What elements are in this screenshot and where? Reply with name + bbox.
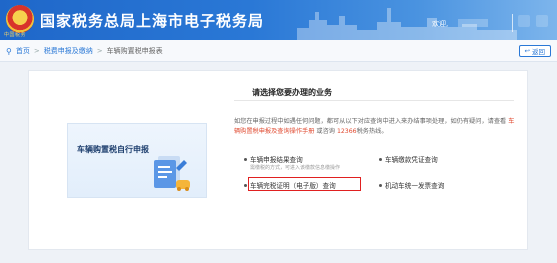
tile-label: 车辆购置税自行申报: [77, 145, 149, 154]
bullet-dot: [379, 157, 382, 161]
return-arrow-icon: ↩: [524, 47, 530, 55]
info-text: 如您在申报过程中如遇任何问题，都可从以下对应查询中进入来办结事项处理，如仍有疑问…: [234, 118, 507, 125]
tax-emblem-logo: [6, 5, 34, 33]
option-label: 机动车统一发票查询: [385, 182, 445, 190]
header-divider: [512, 14, 513, 32]
breadcrumb-separator: >: [33, 47, 40, 55]
help-info-text: 如您在申报过程中如遇任何问题，都可从以下对应查询中进入来办结事项处理，如仍有疑问…: [234, 117, 520, 137]
breadcrumb-current: 车辆购置税申报表: [106, 47, 163, 55]
logout-icon[interactable]: [536, 15, 548, 27]
panel-divider: [234, 100, 514, 101]
breadcrumb-home[interactable]: 首页: [16, 46, 30, 56]
welcome-text: 欢迎,: [432, 20, 449, 28]
breadcrumb-bar: ⚲ 首页 > 税费申报及缴纳 > 车辆购置税申报表 ↩ 返回: [0, 40, 557, 62]
location-pin-icon: ⚲: [6, 46, 12, 56]
back-label: 返回: [532, 48, 545, 56]
option-declaration-result-query[interactable]: 车辆申报结果查询: [244, 154, 303, 164]
option-tax-certificate-query[interactable]: 车辆完税证明（电子版）查询: [244, 180, 336, 190]
self-declaration-tile[interactable]: 车辆购置税自行申报: [67, 123, 207, 198]
panel-title: 请选择您要办理的业务: [252, 88, 332, 97]
option-label: 车辆申报结果查询: [250, 156, 303, 164]
option-payment-voucher-query[interactable]: 车辆缴款凭证查询: [379, 154, 438, 164]
bullet-dot: [244, 183, 247, 187]
info-mid: 或咨询: [316, 128, 335, 135]
emblem-caption: 中国税务: [4, 32, 27, 38]
back-button[interactable]: ↩ 返回: [518, 45, 551, 57]
bullet-dot: [379, 183, 382, 187]
breadcrumb: ⚲ 首页 > 税费申报及缴纳 > 车辆购置税申报表: [6, 46, 163, 56]
site-title: 国家税务总局上海市电子税务局: [40, 12, 265, 30]
tax-form-document-icon: [154, 156, 190, 191]
option-label: 车辆缴款凭证查询: [385, 156, 438, 164]
option-vehicle-invoice-query[interactable]: 机动车统一发票查询: [379, 180, 444, 190]
info-tail: 税务热线。: [356, 128, 388, 135]
site-header: 中国税务 国家税务总局上海市电子税务局 欢迎,: [0, 0, 557, 40]
business-selection-card: 请选择您要办理的业务 如您在申报过程中如遇任何问题，都可从以下对应查询中进入来办…: [28, 70, 528, 250]
option-sub-text: 需缴税的方式，可进入该缴款信息缴操作: [250, 165, 341, 171]
message-icon[interactable]: [518, 15, 530, 27]
option-label: 车辆完税证明（电子版）查询: [250, 182, 336, 190]
user-name-redacted: [458, 19, 488, 27]
hotline-number: 12366: [336, 128, 357, 135]
breadcrumb-separator: >: [96, 47, 103, 55]
breadcrumb-tax-filing[interactable]: 税费申报及缴纳: [44, 46, 93, 56]
bullet-dot: [244, 157, 247, 161]
